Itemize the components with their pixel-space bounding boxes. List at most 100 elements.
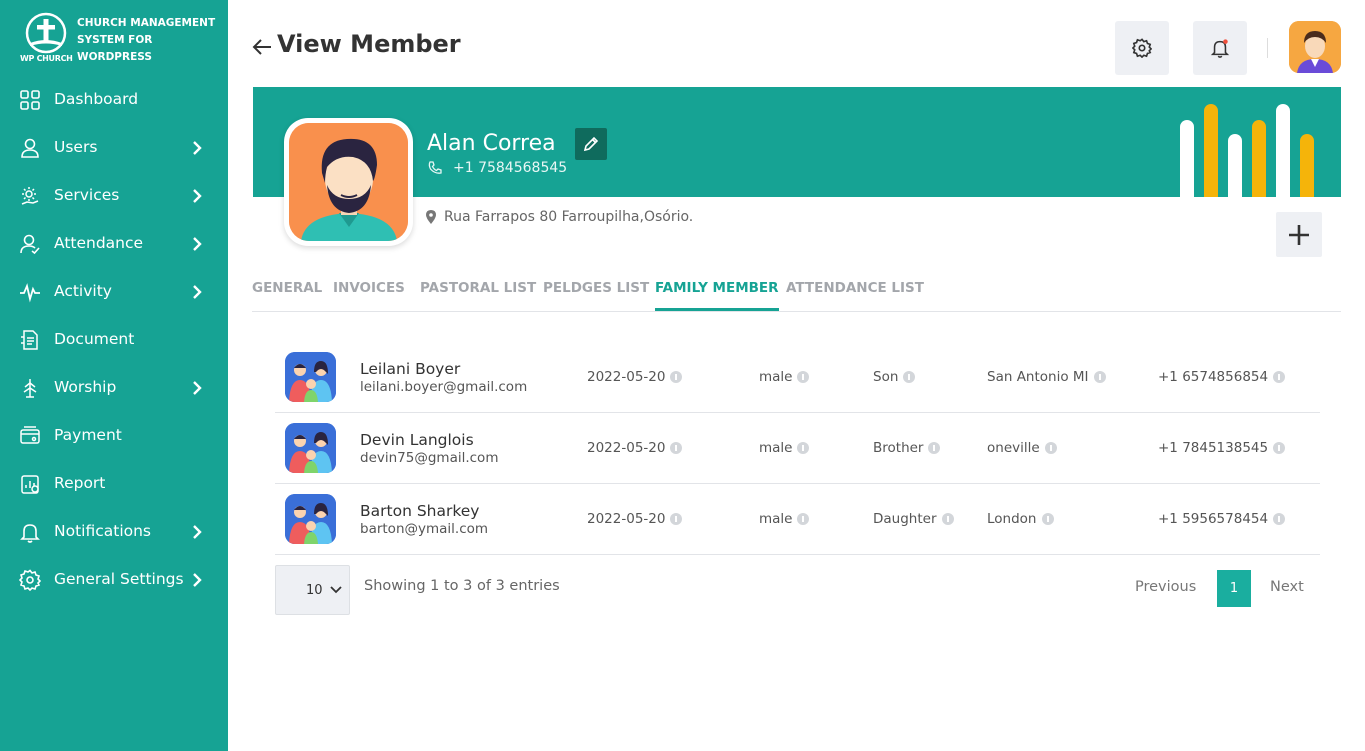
- tab-attendance-list[interactable]: ATTENDANCE LIST: [786, 280, 924, 308]
- tab-family-member[interactable]: FAMILY MEMBER: [655, 280, 779, 311]
- profile-photo: [284, 118, 413, 246]
- member-row-city: San Antonio MI: [987, 369, 1106, 385]
- decorative-bar: [1204, 104, 1218, 197]
- church-logo-icon: WP CHURCH: [18, 12, 74, 66]
- tab-peldges-list[interactable]: PELDGES LIST: [543, 280, 649, 308]
- brand-title: CHURCH MANAGEMENT SYSTEM FOR WORDPRESS: [77, 17, 216, 63]
- sidebar-item-label: Services: [54, 186, 120, 204]
- tab-invoices[interactable]: INVOICES: [333, 280, 405, 308]
- sidebar-item-payment[interactable]: Payment: [0, 412, 228, 460]
- info-icon: [797, 513, 810, 525]
- phone-icon: [428, 161, 442, 174]
- bell-icon: [20, 524, 40, 543]
- family-avatar-icon: [285, 423, 336, 473]
- activity-icon: [20, 283, 40, 303]
- chevron-right-icon: [193, 189, 202, 203]
- table-row[interactable]: Barton Sharkey barton@ymail.com 2022-05-…: [275, 484, 1320, 555]
- info-icon: [1041, 513, 1054, 525]
- settings-button[interactable]: [1115, 21, 1169, 75]
- tab-pastoral-list[interactable]: PASTORAL LIST: [420, 280, 536, 308]
- member-row-relation: Daughter: [873, 511, 954, 527]
- page-size-select[interactable]: 10: [275, 565, 350, 615]
- member-phone: +1 7584568545: [427, 160, 567, 176]
- sidebar-item-general-settings[interactable]: General Settings: [0, 556, 228, 604]
- chevron-right-icon: [193, 141, 202, 155]
- family-avatar-icon: [285, 352, 336, 402]
- worship-icon: [23, 379, 37, 398]
- sidebar-item-activity[interactable]: Activity: [0, 268, 228, 316]
- sidebar-item-report[interactable]: Report: [0, 460, 228, 508]
- member-row-city: oneville: [987, 440, 1057, 456]
- sidebar-item-label: General Settings: [54, 570, 184, 588]
- document-icon: [21, 330, 38, 350]
- decorative-bar: [1180, 120, 1194, 197]
- sidebar-item-worship[interactable]: Worship: [0, 364, 228, 412]
- sidebar-item-label: Attendance: [54, 234, 144, 252]
- back-arrow-icon[interactable]: [251, 36, 273, 58]
- sidebar-item-dashboard[interactable]: Dashboard: [0, 76, 228, 124]
- info-icon: [941, 513, 954, 525]
- member-avatar-icon: [289, 123, 408, 241]
- pagination-previous[interactable]: Previous: [1135, 579, 1196, 595]
- member-row-gender: male: [759, 440, 810, 456]
- table-row[interactable]: Leilani Boyer leilani.boyer@gmail.com 20…: [275, 342, 1320, 413]
- brand-logo-text: WP CHURCH: [20, 54, 73, 63]
- pagination-page-1[interactable]: 1: [1217, 570, 1251, 607]
- info-icon: [1273, 442, 1286, 454]
- info-icon: [797, 442, 810, 454]
- info-icon: [1044, 442, 1057, 454]
- brand[interactable]: WP CHURCH CHURCH MANAGEMENT SYSTEM FOR W…: [18, 12, 218, 68]
- chevron-down-icon: [330, 586, 342, 594]
- location-pin-icon: [426, 210, 436, 224]
- plus-icon: [1289, 225, 1309, 245]
- info-icon: [1273, 371, 1286, 383]
- sidebar: WP CHURCH CHURCH MANAGEMENT SYSTEM FOR W…: [0, 0, 228, 751]
- chevron-right-icon: [193, 237, 202, 251]
- avatar-icon: [1289, 21, 1341, 73]
- gear-icon: [1132, 38, 1152, 58]
- bell-icon: [1210, 39, 1230, 58]
- member-row-date: 2022-05-20: [587, 369, 683, 385]
- decorative-bar: [1252, 120, 1266, 197]
- sidebar-nav: Dashboard Users Services Attendance Acti…: [0, 76, 228, 604]
- member-row-phone: +1 5956578454: [1158, 511, 1286, 527]
- info-icon: [797, 371, 810, 383]
- payment-icon: [20, 426, 40, 444]
- decorative-bars: [1180, 104, 1314, 197]
- sidebar-item-document[interactable]: Document: [0, 316, 228, 364]
- decorative-bar: [1276, 104, 1290, 197]
- sidebar-item-services[interactable]: Services: [0, 172, 228, 220]
- chevron-right-icon: [193, 381, 202, 395]
- sidebar-item-attendance[interactable]: Attendance: [0, 220, 228, 268]
- info-icon: [670, 442, 683, 454]
- member-phone-text: +1 7584568545: [453, 160, 568, 176]
- pagination-next[interactable]: Next: [1270, 579, 1304, 595]
- notifications-button[interactable]: [1193, 21, 1247, 75]
- sidebar-item-label: Report: [54, 474, 106, 492]
- attendance-icon: [20, 234, 40, 255]
- entries-info: Showing 1 to 3 of 3 entries: [364, 578, 560, 594]
- info-icon: [928, 442, 941, 454]
- sidebar-item-label: Document: [54, 330, 135, 348]
- edit-member-button[interactable]: [575, 128, 607, 160]
- sidebar-item-label: Dashboard: [54, 90, 139, 108]
- header-divider: [1267, 38, 1268, 58]
- member-row-name: Leilani Boyer: [360, 360, 461, 378]
- decorative-bar: [1228, 134, 1242, 197]
- gear-icon: [19, 569, 41, 591]
- tab-general[interactable]: GENERAL: [252, 280, 322, 308]
- member-row-phone: +1 7845138545: [1158, 440, 1286, 456]
- member-name: Alan Correa: [427, 131, 556, 156]
- sidebar-item-users[interactable]: Users: [0, 124, 228, 172]
- add-family-member-button[interactable]: [1276, 212, 1322, 257]
- table-row[interactable]: Devin Langlois devin75@gmail.com 2022-05…: [275, 413, 1320, 484]
- user-avatar[interactable]: [1289, 21, 1341, 73]
- info-icon: [1093, 371, 1106, 383]
- sidebar-item-notifications[interactable]: Notifications: [0, 508, 228, 556]
- member-row-relation: Brother: [873, 440, 941, 456]
- sidebar-item-label: Activity: [54, 282, 112, 300]
- member-row-relation: Son: [873, 369, 916, 385]
- member-row-city: London: [987, 511, 1054, 527]
- info-icon: [670, 371, 683, 383]
- member-row-email: leilani.boyer@gmail.com: [360, 379, 528, 395]
